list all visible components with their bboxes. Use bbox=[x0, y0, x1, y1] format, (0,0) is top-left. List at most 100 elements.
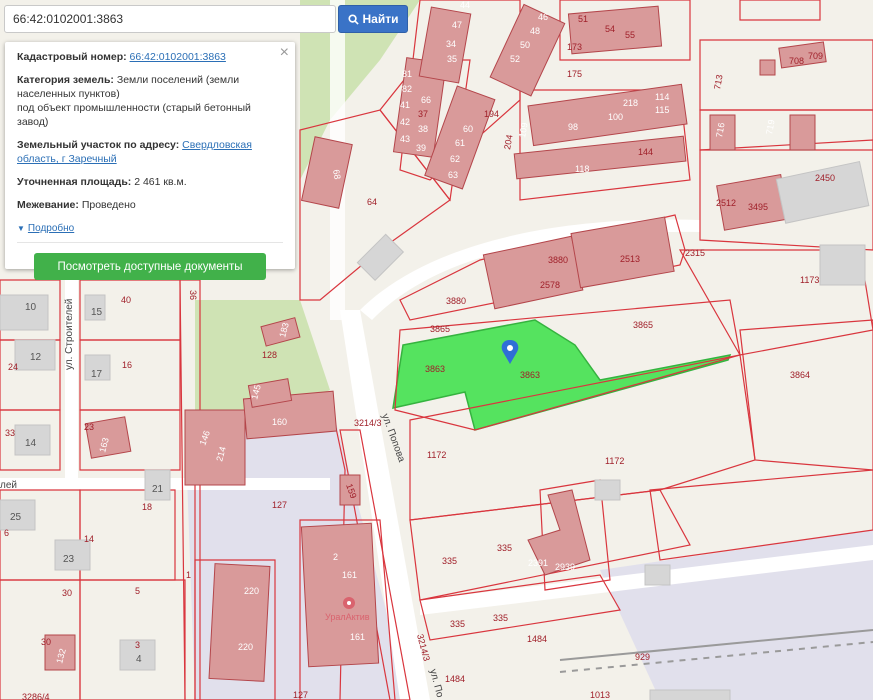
label-2939: 2939 bbox=[555, 562, 575, 572]
svg-text:54: 54 bbox=[605, 24, 615, 34]
svg-text:55: 55 bbox=[625, 30, 635, 40]
label-1484a: 1484 bbox=[527, 634, 547, 644]
label-929: 929 bbox=[635, 652, 650, 662]
label-220b: 220 bbox=[238, 642, 253, 652]
area-value: 2 461 кв.м. bbox=[134, 176, 187, 188]
svg-text:62: 62 bbox=[450, 154, 460, 164]
svg-text:34: 34 bbox=[446, 39, 456, 49]
label-3880a: 3880 bbox=[446, 296, 466, 306]
label-2578: 2578 bbox=[540, 280, 560, 290]
label-2391: 2391 bbox=[528, 558, 548, 568]
street-label-stroiteley: ул. Строителей bbox=[64, 299, 75, 370]
svg-text:118: 118 bbox=[575, 164, 589, 174]
label-127a: 127 bbox=[272, 500, 287, 510]
label-5: 5 bbox=[135, 586, 140, 596]
label-24: 24 bbox=[8, 362, 18, 372]
label-2513: 2513 bbox=[620, 254, 640, 264]
svg-text:52: 52 bbox=[510, 54, 520, 64]
survey-label: Межевание: bbox=[17, 199, 79, 211]
svg-text:66: 66 bbox=[421, 95, 431, 105]
category-purpose: под объект промышленности (старый бетонн… bbox=[17, 102, 251, 128]
svg-text:708: 708 bbox=[789, 56, 804, 66]
label-1484b: 1484 bbox=[445, 674, 465, 684]
label-335b: 335 bbox=[497, 543, 512, 553]
cadastral-link[interactable]: 66:42:0102001:3863 bbox=[130, 51, 226, 63]
label-2450: 2450 bbox=[815, 173, 835, 183]
label-36: 36 bbox=[188, 290, 198, 300]
label-25: 25 bbox=[10, 512, 22, 523]
svg-text:44: 44 bbox=[460, 0, 470, 10]
label-30a: 30 bbox=[62, 588, 72, 598]
svg-text:218: 218 bbox=[623, 98, 638, 108]
search-button[interactable]: Найти bbox=[338, 5, 408, 33]
label-335d: 335 bbox=[493, 613, 508, 623]
label-6: 6 bbox=[4, 528, 9, 538]
label-220a: 220 bbox=[244, 586, 259, 596]
address-label: Земельный участок по адресу: bbox=[17, 139, 180, 151]
search-input[interactable] bbox=[4, 5, 336, 33]
svg-text:47: 47 bbox=[452, 20, 462, 30]
svg-text:37: 37 bbox=[418, 109, 428, 119]
cadastral-label: Кадастровый номер: bbox=[17, 51, 127, 63]
category-label: Категория земель: bbox=[17, 74, 114, 86]
expand-row: ▼ Подробно bbox=[17, 221, 283, 236]
svg-text:175: 175 bbox=[567, 69, 582, 79]
label-21: 21 bbox=[152, 484, 164, 495]
svg-text:39: 39 bbox=[416, 143, 426, 153]
label-3: 3 bbox=[135, 640, 140, 650]
label-3880b: 3880 bbox=[548, 255, 568, 265]
svg-text:82: 82 bbox=[402, 84, 412, 94]
label-3863a: 3863 bbox=[425, 364, 445, 374]
label-23a: 23 bbox=[84, 422, 94, 432]
poi-label: УралАктив bbox=[325, 612, 370, 622]
address-row: Земельный участок по адресу: Свердловска… bbox=[17, 138, 283, 166]
label-3865a: 3865 bbox=[430, 324, 450, 334]
label-10: 10 bbox=[25, 302, 37, 313]
label-3863b: 3863 bbox=[520, 370, 540, 380]
svg-text:61: 61 bbox=[455, 138, 465, 148]
svg-text:194: 194 bbox=[484, 109, 499, 119]
label-1172b: 1172 bbox=[605, 456, 624, 466]
label-15: 15 bbox=[91, 307, 103, 318]
svg-text:98: 98 bbox=[568, 122, 578, 132]
label-1: 1 bbox=[186, 570, 191, 580]
label-3495: 3495 bbox=[748, 202, 768, 212]
label-2512: 2512 bbox=[716, 198, 736, 208]
svg-text:38: 38 bbox=[418, 124, 428, 134]
label-40: 40 bbox=[121, 295, 131, 305]
svg-text:35: 35 bbox=[447, 54, 457, 64]
svg-text:100: 100 bbox=[608, 112, 623, 122]
label-3214a: 3214/3 bbox=[354, 418, 382, 428]
view-documents-button[interactable]: Посмотреть доступные документы bbox=[34, 253, 266, 280]
label-335a: 335 bbox=[442, 556, 457, 566]
details-toggle[interactable]: ▼ Подробно bbox=[17, 222, 74, 236]
label-17: 17 bbox=[91, 369, 103, 380]
label-4: 4 bbox=[136, 654, 142, 665]
svg-text:51: 51 bbox=[578, 14, 588, 24]
label-12: 12 bbox=[30, 352, 42, 363]
area-row: Уточненная площадь: 2 461 кв.м. bbox=[17, 175, 283, 189]
svg-text:114: 114 bbox=[655, 92, 669, 102]
svg-text:50: 50 bbox=[520, 40, 530, 50]
svg-text:81: 81 bbox=[402, 69, 412, 79]
label-3864: 3864 bbox=[790, 370, 810, 380]
survey-value: Проведено bbox=[81, 199, 136, 211]
category-row: Категория земель: Земли поселений (земли… bbox=[17, 73, 283, 129]
label-127b: 127 bbox=[293, 690, 308, 700]
search-icon bbox=[347, 13, 359, 25]
svg-text:46: 46 bbox=[538, 12, 548, 22]
label-128: 128 bbox=[262, 350, 277, 360]
label-23b: 23 bbox=[63, 554, 75, 565]
parcel-info-popup: × Кадастровый номер: 66:42:0102001:3863 … bbox=[5, 42, 295, 280]
close-icon[interactable]: × bbox=[280, 45, 289, 61]
details-toggle-label: Подробно bbox=[27, 223, 75, 234]
survey-row: Межевание: Проведено bbox=[17, 198, 283, 212]
label-1173: 1173 bbox=[800, 275, 819, 285]
label-3865b: 3865 bbox=[633, 320, 653, 330]
label-14b: 14 bbox=[84, 534, 94, 544]
svg-text:173: 173 bbox=[567, 42, 582, 52]
label-161a: 161 bbox=[342, 570, 357, 580]
svg-text:115: 115 bbox=[655, 105, 669, 115]
label-1172a: 1172 bbox=[427, 450, 446, 460]
label-161b: 161 bbox=[350, 632, 365, 642]
